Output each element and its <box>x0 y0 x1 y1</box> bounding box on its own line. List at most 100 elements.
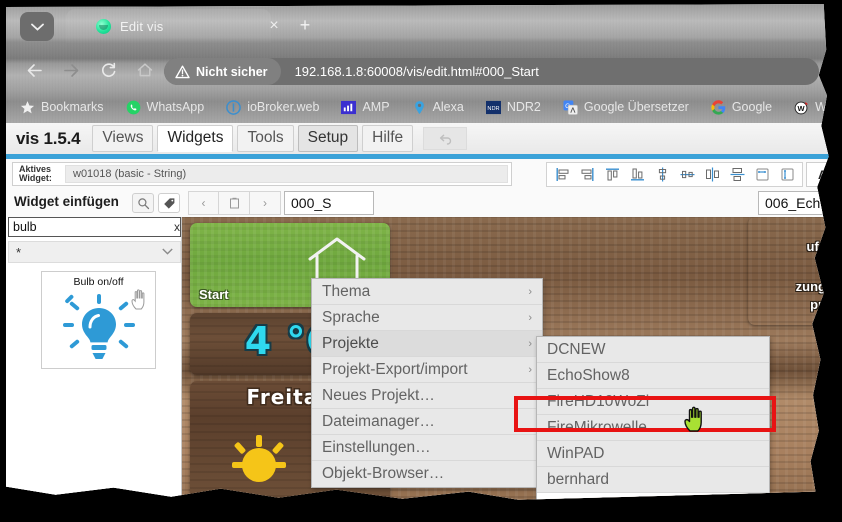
address-bar[interactable]: Nicht sicher 192.168.1.8:60008/vis/edit.… <box>164 58 819 85</box>
bookmark-item-google-translate[interactable]: G Google Übersetzer <box>563 99 689 115</box>
bookmark-item-amp[interactable]: AMP <box>341 100 390 115</box>
clear-search-icon[interactable]: x <box>174 220 180 234</box>
view-name-field-right[interactable]: 006_Ech <box>758 191 829 215</box>
align-bottom-icon[interactable] <box>625 164 649 185</box>
chevron-right-icon: › <box>528 311 532 324</box>
bookmark-item-iobroker[interactable]: ioBroker.web <box>226 99 319 115</box>
menu-item-neues-projekt[interactable]: Neues Projekt… <box>312 383 542 409</box>
menu-item-thema[interactable]: Thema › <box>312 279 542 305</box>
star-icon <box>20 100 35 113</box>
menu-tab-tools[interactable]: Tools <box>237 125 294 152</box>
security-status-badge[interactable]: Nicht sicher <box>164 58 281 85</box>
bookmark-item-alexa[interactable]: Alexa <box>412 100 464 115</box>
menu-item-einstellungen[interactable]: Einstellungen… <box>312 435 542 461</box>
back-icon[interactable] <box>22 58 46 82</box>
svg-text:W: W <box>798 103 806 112</box>
pointer-hand-cursor <box>684 406 702 432</box>
browser-chrome: Edit vis × + Nicht sicher 192.168.1.8:60… <box>6 4 832 123</box>
navigation-bar: Nicht sicher 192.168.1.8:60008/vis/edit.… <box>6 49 829 91</box>
new-tab-icon[interactable]: + <box>294 15 316 37</box>
view-name-field[interactable]: 000_S <box>284 191 374 215</box>
tab-title: Edit vis <box>120 18 164 34</box>
menu-item-objekt-browser[interactable]: Objekt-Browser… <box>312 461 542 487</box>
same-width-icon[interactable] <box>750 164 774 185</box>
menu-tab-hilfe[interactable]: Hilfe <box>362 125 414 152</box>
distribute-horizontal-icon[interactable] <box>700 164 724 185</box>
chevron-down-icon[interactable] <box>162 247 173 257</box>
security-status-label: Nicht sicher <box>196 64 268 79</box>
bookmark-item-bookmarks[interactable]: Bookmarks <box>20 100 104 115</box>
chevron-right-icon: › <box>528 337 532 350</box>
view-tile-right-column[interactable]: ufe zung pp <box>748 217 829 325</box>
browser-window: Edit vis × + Nicht sicher 192.168.1.8:60… <box>6 4 832 500</box>
ioBroker-favicon <box>96 18 111 34</box>
widget-search-box[interactable]: x <box>8 217 181 237</box>
bookmark-label: AMP <box>362 100 390 114</box>
menu-item-projekte[interactable]: Projekte › <box>312 331 542 357</box>
align-left-icon[interactable] <box>550 164 574 185</box>
bookmark-label: Google <box>731 100 773 114</box>
undo-arrow-icon[interactable] <box>423 127 468 150</box>
menu-item-dateimanager[interactable]: Dateimanager… <box>312 409 542 435</box>
active-widget-label: Aktives Widget: <box>19 163 52 183</box>
menu-item-sprache[interactable]: Sprache › <box>312 305 542 331</box>
view-prev-button[interactable]: ‹ <box>188 191 219 215</box>
widget-card-bulb[interactable]: Bulb on/off <box>41 271 156 369</box>
chevron-right-icon: › <box>528 363 532 376</box>
active-widget-value[interactable]: w01018 (basic - String) <box>65 165 508 183</box>
center-horizontal-icon[interactable] <box>675 164 699 185</box>
bookmark-label: Alexa <box>432 100 464 114</box>
tab-strip: Edit vis × + <box>6 4 829 49</box>
widget-set-filter[interactable]: * <box>8 241 181 263</box>
magnifier-icon[interactable] <box>132 193 154 213</box>
project-item-main[interactable]: main <box>537 493 769 500</box>
tile-label: Start <box>199 287 229 302</box>
chevron-right-icon: › <box>528 285 532 298</box>
iobroker-icon <box>226 99 242 115</box>
sun-icon <box>232 435 286 482</box>
tag-icon[interactable] <box>158 193 180 213</box>
menu-tab-views[interactable]: Views <box>92 125 154 152</box>
home-icon[interactable] <box>133 58 157 82</box>
menu-item-projekt-export-import[interactable]: Projekt-Export/import › <box>312 357 542 383</box>
view-copy-button[interactable] <box>219 191 250 215</box>
close-icon[interactable]: × <box>264 16 284 36</box>
project-item-echoshow8[interactable]: EchoShow8 <box>537 363 769 389</box>
bookmark-item-wg-do[interactable]: W WG-DO <box>794 100 832 115</box>
center-vertical-icon[interactable] <box>650 164 674 185</box>
active-widget-field[interactable]: Aktives Widget: w01018 (basic - String) <box>12 162 512 186</box>
menu-tab-setup[interactable]: Setup <box>297 125 359 152</box>
bookmark-label: WG-DO <box>815 100 832 114</box>
menu-tab-widgets[interactable]: Widgets <box>157 125 234 152</box>
widget-panel-header: Widget einfügen ‹ › 000_S 006_Ech <box>6 189 829 217</box>
widget-toolbar: Aktives Widget: w01018 (basic - String) … <box>6 159 829 189</box>
light-bulb-icon <box>63 294 135 359</box>
alle-button[interactable]: Alle <box>806 162 829 187</box>
browser-tab[interactable]: Edit vis <box>66 9 271 43</box>
project-item-winpad[interactable]: WinPAD <box>537 441 769 467</box>
align-top-icon[interactable] <box>600 164 624 185</box>
setup-dropdown-menu[interactable]: Thema › Sprache › Projekte › Projekt-Export… <box>311 278 543 488</box>
bookmark-item-google[interactable]: Google <box>711 99 773 115</box>
project-item-bernhard[interactable]: bernhard <box>537 467 769 493</box>
forward-icon[interactable] <box>59 58 83 82</box>
reload-icon[interactable] <box>96 58 120 82</box>
distribute-vertical-icon[interactable] <box>725 164 749 185</box>
align-right-icon[interactable] <box>575 164 599 185</box>
widget-panel-title: Widget einfügen <box>14 194 119 209</box>
same-height-icon[interactable] <box>775 164 799 185</box>
bookmark-item-ndr2[interactable]: NDR NDR2 <box>485 100 541 115</box>
annotation-highlight-box <box>514 396 776 432</box>
right-label-1: zung <box>795 279 826 294</box>
search-input[interactable] <box>9 220 174 234</box>
view-next-button[interactable]: › <box>250 191 281 215</box>
vis-editor: vis 1.5.4 Views Widgets Tools Setup Hilf… <box>6 123 829 500</box>
bookmark-label: NDR2 <box>506 100 541 114</box>
project-item-dcnew[interactable]: DCNEW <box>537 337 769 363</box>
bookmark-item-whatsapp[interactable]: WhatsApp <box>126 100 204 115</box>
align-toolbar <box>546 162 803 187</box>
tab-list-dropdown-button[interactable] <box>20 12 54 41</box>
bookmarks-bar: Bookmarks WhatsApp ioBroker.web AMP Alex… <box>6 91 832 123</box>
bookmark-label: Bookmarks <box>41 100 104 114</box>
whatsapp-icon <box>126 100 140 114</box>
